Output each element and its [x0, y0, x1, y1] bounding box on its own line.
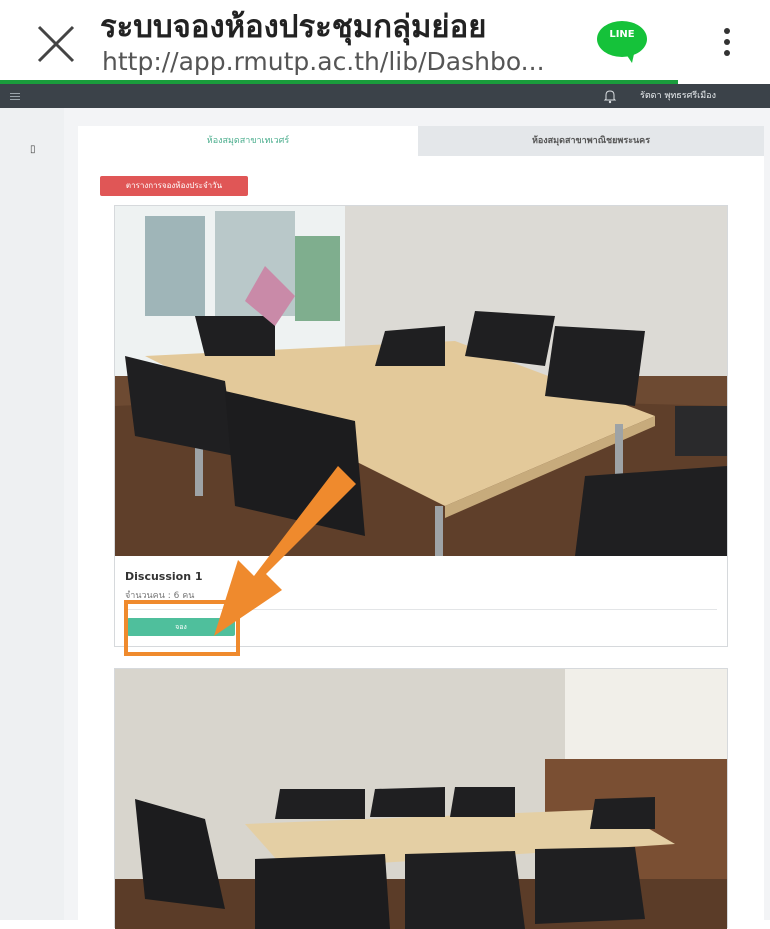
room-list-panel: ตารางการจองห้องประจำวัน Discussion 1 จำน… [78, 156, 764, 929]
library-tabs: ห้องสมุดสาขาเทเวศร์ ห้องสมุดสาขาพาณิชยพร… [78, 126, 764, 156]
line-logo-text: LINE [609, 29, 635, 40]
daily-schedule-button[interactable]: ตารางการจองห้องประจำวัน [100, 176, 248, 196]
book-button-highlight [124, 600, 240, 656]
room-card [114, 668, 728, 929]
main-content: ห้องสมุดสาขาเทเวศร์ ห้องสมุดสาขาพาณิชยพร… [64, 108, 770, 929]
user-name[interactable]: รัตดา พุทธรศรีเมือง [640, 88, 716, 104]
tab-thewet-library[interactable]: ห้องสมุดสาขาเทเวศร์ [78, 126, 418, 156]
more-options-icon[interactable] [712, 22, 742, 62]
page-url[interactable]: http://app.rmutp.ac.th/lib/Dashbo... [102, 46, 545, 78]
room-photo [115, 669, 727, 929]
app-navbar: รัตดา พุทธรศรีเมือง [0, 84, 770, 108]
browser-toolbar: ระบบจองห้องประชุมกลุ่มย่อย http://app.rm… [0, 0, 770, 84]
bell-icon[interactable] [603, 88, 617, 104]
sidebar-toggle-icon[interactable]: ▯ [30, 144, 36, 155]
sidebar: ▯ [0, 108, 64, 920]
tab-phanitchayakan-library[interactable]: ห้องสมุดสาขาพาณิชยพระนคร [418, 126, 764, 156]
page-title: ระบบจองห้องประชุมกลุ่มย่อย [100, 9, 487, 45]
line-logo-icon: LINE [596, 20, 648, 64]
menu-icon[interactable] [8, 89, 22, 103]
room-name: Discussion 1 [125, 570, 203, 583]
close-icon[interactable] [34, 22, 78, 66]
